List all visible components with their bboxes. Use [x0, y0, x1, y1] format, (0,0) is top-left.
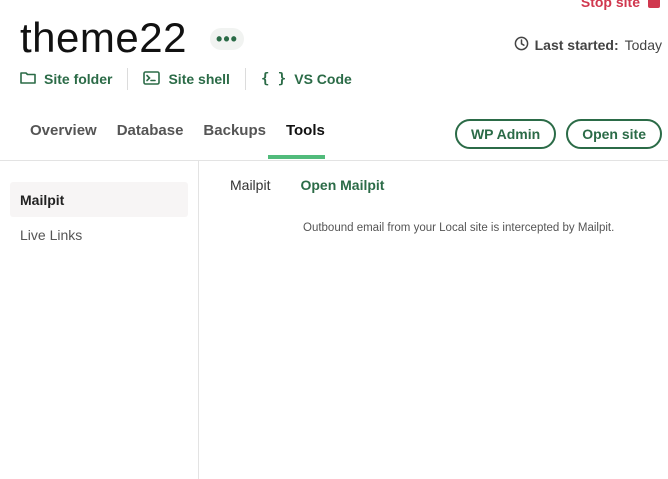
tab-overview[interactable]: Overview [30, 122, 97, 143]
tab-backups[interactable]: Backups [203, 122, 266, 143]
site-folder-label: Site folder [44, 71, 113, 87]
sidebar-item-live-links[interactable]: Live Links [10, 217, 188, 252]
vs-code-link[interactable]: { } VS Code [261, 71, 352, 87]
divider [127, 68, 129, 90]
site-title: theme22 [20, 14, 187, 61]
tools-sidebar: Mailpit Live Links [0, 161, 199, 479]
site-tabs: Overview Database Backups Tools [30, 122, 325, 143]
wp-admin-button[interactable]: WP Admin [454, 119, 557, 149]
quick-links: Site folder Site shell { } VS Code [20, 68, 352, 90]
last-started: Last started: Today [514, 36, 662, 54]
active-tab-indicator [268, 155, 325, 159]
terminal-icon [143, 70, 161, 88]
tool-description: Outbound email from your Local site is i… [303, 222, 615, 234]
vs-code-label: VS Code [294, 71, 352, 87]
more-options-button[interactable]: ••• [210, 28, 244, 50]
braces-icon: { } [260, 71, 287, 87]
stop-site-label: Stop site [580, 0, 640, 10]
clock-icon [514, 36, 529, 54]
site-shell-link[interactable]: Site shell [143, 70, 230, 88]
tab-tools[interactable]: Tools [286, 122, 325, 143]
stop-icon [648, 0, 660, 8]
site-shell-label: Site shell [168, 71, 230, 87]
last-started-value: Today [624, 37, 662, 53]
header-actions: WP Admin Open site [454, 119, 662, 149]
folder-icon [20, 71, 36, 87]
sidebar-item-mailpit[interactable]: Mailpit [10, 182, 188, 217]
tool-header: Mailpit Open Mailpit [230, 177, 384, 193]
divider [244, 68, 246, 90]
stop-site-button[interactable]: Stop site [581, 0, 660, 10]
open-site-button[interactable]: Open site [566, 119, 662, 149]
site-folder-link[interactable]: Site folder [20, 71, 112, 87]
tool-name: Mailpit [230, 177, 271, 193]
last-started-label: Last started: [534, 37, 619, 53]
tab-database[interactable]: Database [117, 122, 184, 143]
open-mailpit-link[interactable]: Open Mailpit [300, 177, 384, 193]
